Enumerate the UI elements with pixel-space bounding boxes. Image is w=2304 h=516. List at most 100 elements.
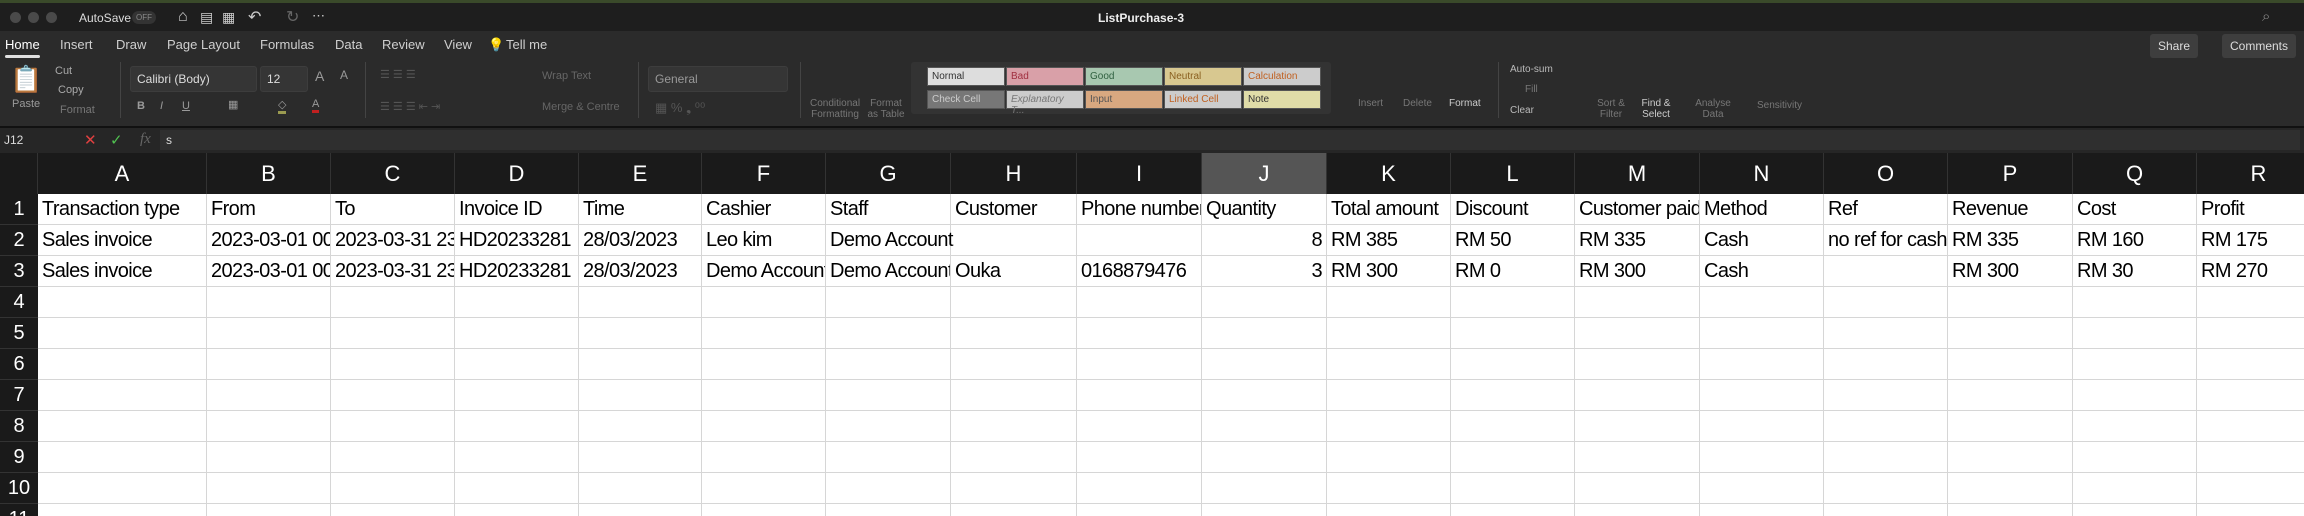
format-painter-button[interactable]: Format bbox=[60, 104, 95, 116]
cell-R2[interactable]: RM 175 bbox=[2197, 225, 2304, 256]
row-header-3[interactable]: 3 bbox=[0, 256, 38, 287]
cell-R4[interactable] bbox=[2197, 287, 2304, 318]
cell-I7[interactable] bbox=[1077, 380, 1202, 411]
cell-A11[interactable] bbox=[38, 504, 207, 516]
column-header-L[interactable]: L bbox=[1451, 153, 1575, 194]
tab-page-layout[interactable]: Page Layout bbox=[167, 37, 240, 52]
cell-J10[interactable] bbox=[1202, 473, 1327, 504]
cell-D2[interactable]: HD20233281 bbox=[455, 225, 579, 256]
cell-M9[interactable] bbox=[1575, 442, 1700, 473]
row-header-5[interactable]: 5 bbox=[0, 318, 38, 349]
cell-K9[interactable] bbox=[1327, 442, 1451, 473]
find-select-button[interactable]: Find & Select bbox=[1638, 98, 1674, 120]
comments-button[interactable]: Comments bbox=[2222, 34, 2297, 58]
paste-button[interactable]: Paste bbox=[12, 98, 40, 110]
cell-H3[interactable]: Ouka bbox=[951, 256, 1077, 287]
cell-N7[interactable] bbox=[1700, 380, 1824, 411]
cell-E8[interactable] bbox=[579, 411, 702, 442]
cell-A10[interactable] bbox=[38, 473, 207, 504]
cell-K3[interactable]: RM 300 bbox=[1327, 256, 1451, 287]
cell-A9[interactable] bbox=[38, 442, 207, 473]
style-input[interactable]: Input bbox=[1085, 90, 1163, 109]
cut-button[interactable]: Cut bbox=[55, 65, 72, 77]
column-header-D[interactable]: D bbox=[455, 153, 579, 194]
clear-button[interactable]: Clear bbox=[1510, 105, 1534, 116]
autosum-button[interactable]: Auto-sum bbox=[1510, 64, 1553, 75]
column-header-A[interactable]: A bbox=[38, 153, 207, 194]
sensitivity-button[interactable]: Sensitivity bbox=[1757, 100, 1802, 111]
style-neutral[interactable]: Neutral bbox=[1164, 67, 1242, 86]
cell-H7[interactable] bbox=[951, 380, 1077, 411]
cell-R5[interactable] bbox=[2197, 318, 2304, 349]
cell-M11[interactable] bbox=[1575, 504, 1700, 516]
cell-A3[interactable]: Sales invoice bbox=[38, 256, 207, 287]
cell-K5[interactable] bbox=[1327, 318, 1451, 349]
cell-I5[interactable] bbox=[1077, 318, 1202, 349]
cell-A5[interactable] bbox=[38, 318, 207, 349]
style-good[interactable]: Good bbox=[1085, 67, 1163, 86]
cell-O8[interactable] bbox=[1824, 411, 1948, 442]
cell-F4[interactable] bbox=[702, 287, 826, 318]
cell-D11[interactable] bbox=[455, 504, 579, 516]
cell-P5[interactable] bbox=[1948, 318, 2073, 349]
style-explanatory[interactable]: Explanatory T... bbox=[1006, 90, 1084, 116]
cell-L4[interactable] bbox=[1451, 287, 1575, 318]
cell-B2[interactable]: 2023-03-01 00:00 bbox=[207, 225, 331, 256]
row-header-6[interactable]: 6 bbox=[0, 349, 38, 380]
cell-I8[interactable] bbox=[1077, 411, 1202, 442]
confirm-icon[interactable]: ✓ bbox=[110, 131, 123, 149]
cell-N6[interactable] bbox=[1700, 349, 1824, 380]
cell-K8[interactable] bbox=[1327, 411, 1451, 442]
column-header-G[interactable]: G bbox=[826, 153, 951, 194]
cell-J5[interactable] bbox=[1202, 318, 1327, 349]
analyse-data-button[interactable]: Analyse Data bbox=[1695, 98, 1731, 120]
cell-A4[interactable] bbox=[38, 287, 207, 318]
cell-G4[interactable] bbox=[826, 287, 951, 318]
cell-R7[interactable] bbox=[2197, 380, 2304, 411]
style-calculation[interactable]: Calculation bbox=[1243, 67, 1321, 86]
cell-D3[interactable]: HD20233281 bbox=[455, 256, 579, 287]
cell-N10[interactable] bbox=[1700, 473, 1824, 504]
cell-B5[interactable] bbox=[207, 318, 331, 349]
tab-formulas[interactable]: Formulas bbox=[260, 37, 314, 52]
tab-view[interactable]: View bbox=[444, 37, 472, 52]
align-top-icon[interactable]: ☰ ☰ ☰ bbox=[380, 68, 416, 81]
cell-O5[interactable] bbox=[1824, 318, 1948, 349]
cell-C8[interactable] bbox=[331, 411, 455, 442]
select-all-corner[interactable] bbox=[0, 153, 38, 194]
cell-P6[interactable] bbox=[1948, 349, 2073, 380]
cell-F2[interactable]: Leo kim bbox=[702, 225, 826, 256]
cell-B4[interactable] bbox=[207, 287, 331, 318]
cell-A2[interactable]: Sales invoice bbox=[38, 225, 207, 256]
fill-button[interactable]: Fill bbox=[1525, 84, 1538, 95]
column-header-E[interactable]: E bbox=[579, 153, 702, 194]
cell-C9[interactable] bbox=[331, 442, 455, 473]
cell-R11[interactable] bbox=[2197, 504, 2304, 516]
search-icon[interactable]: ⌕ bbox=[2262, 8, 2270, 25]
cell-K6[interactable] bbox=[1327, 349, 1451, 380]
cell-D10[interactable] bbox=[455, 473, 579, 504]
cell-A8[interactable] bbox=[38, 411, 207, 442]
cell-C5[interactable] bbox=[331, 318, 455, 349]
cell-N1[interactable]: Method bbox=[1700, 194, 1824, 225]
cell-D7[interactable] bbox=[455, 380, 579, 411]
cancel-icon[interactable]: ✕ bbox=[84, 131, 97, 149]
fill-color-icon[interactable]: ◇ bbox=[278, 98, 287, 114]
cell-M4[interactable] bbox=[1575, 287, 1700, 318]
italic-button[interactable]: I bbox=[160, 100, 163, 112]
column-header-Q[interactable]: Q bbox=[2073, 153, 2197, 194]
delete-cells-button[interactable]: Delete bbox=[1403, 98, 1432, 109]
cell-K4[interactable] bbox=[1327, 287, 1451, 318]
format-as-table-button[interactable]: Format as Table bbox=[866, 98, 906, 120]
cell-J2[interactable]: 8 bbox=[1202, 225, 1327, 256]
cell-E10[interactable] bbox=[579, 473, 702, 504]
cell-G8[interactable] bbox=[826, 411, 951, 442]
cell-L1[interactable]: Discount bbox=[1451, 194, 1575, 225]
cell-K7[interactable] bbox=[1327, 380, 1451, 411]
cell-M8[interactable] bbox=[1575, 411, 1700, 442]
cell-P11[interactable] bbox=[1948, 504, 2073, 516]
cell-A7[interactable] bbox=[38, 380, 207, 411]
cell-L5[interactable] bbox=[1451, 318, 1575, 349]
formula-input[interactable]: s bbox=[160, 130, 2300, 150]
more-icon[interactable]: ⋯ bbox=[312, 8, 325, 24]
